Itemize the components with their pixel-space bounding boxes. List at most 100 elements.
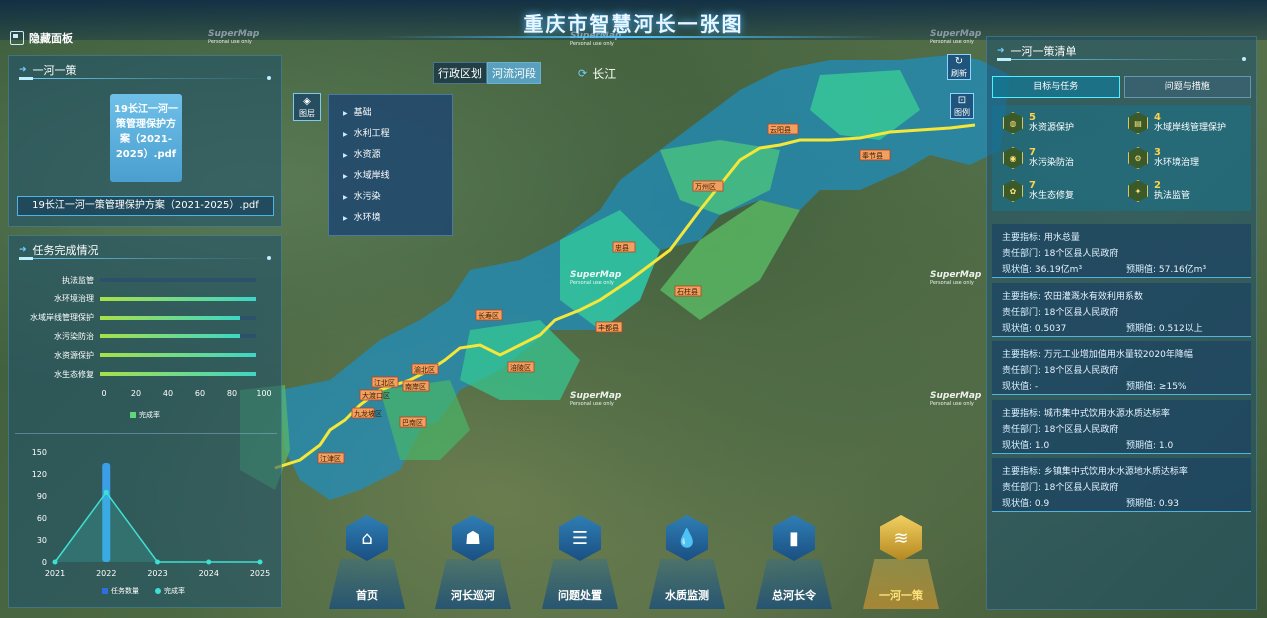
gear-icon: ⚙ xyxy=(1128,147,1148,169)
header-divider xyxy=(380,36,887,38)
layer-item[interactable]: ▶ 水域岸线 xyxy=(329,166,452,187)
goal-count: 2 xyxy=(1154,179,1161,191)
dept-value: 18个区县人民政府 xyxy=(1043,307,1119,318)
layer-item[interactable]: ▶ 水资源 xyxy=(329,145,452,166)
svg-text:江津区: 江津区 xyxy=(320,455,341,463)
task-trend-chart: 150 120 90 60 30 0 2021 2022 2023 2024 2025 xyxy=(32,448,270,578)
region-label-jiangbei: 江北区 xyxy=(371,376,399,388)
tick-label: 100 xyxy=(256,389,272,398)
layer-item[interactable]: ▶ 水利工程 xyxy=(329,124,452,145)
goal-item[interactable]: ▤ 4 水域岸线管理保护 xyxy=(1128,112,1226,134)
nav-label: 总河长令 xyxy=(772,589,816,602)
task-bar-row: 水污染防治 xyxy=(18,330,256,342)
goal-name: 水资源保护 xyxy=(1029,122,1075,133)
current-label: 现状值: xyxy=(1002,265,1033,275)
legend-icon: ⊡ xyxy=(957,95,967,106)
metric-label: 主要指标: xyxy=(1002,291,1042,302)
legend-button[interactable]: ⊡ 图例 xyxy=(950,93,974,119)
metric-indicator: 农田灌溉水有效利用系数 xyxy=(1043,291,1143,302)
completion-point xyxy=(52,559,58,565)
goal-item[interactable]: ◉ 7 水污染防治 xyxy=(1003,147,1074,169)
tab-goals-tasks[interactable]: 目标与任务 xyxy=(992,76,1120,98)
dept-value: 18个区县人民政府 xyxy=(1043,366,1119,377)
completion-point xyxy=(103,489,109,495)
metric-indicator: 城市集中式饮用水源水质达标率 xyxy=(1043,408,1170,419)
region-label-dadukou: 大渡口区 xyxy=(359,389,390,401)
metric-card[interactable]: 主要指标: 城市集中式饮用水源水质达标率 责任部门: 18个区县人民政府 现状值: … xyxy=(992,399,1251,454)
page-title: 重庆市智慧河长一张图 xyxy=(523,12,744,36)
shield-icon: ◍ xyxy=(1003,112,1023,134)
metric-card[interactable]: 主要指标: 乡镇集中式饮用水水源地水质达标率 责任部门: 18个区县人民政府 现状值… xyxy=(992,458,1251,513)
goal-item[interactable]: ◍ 5 水资源保护 xyxy=(1003,112,1074,134)
svg-text:南岸区: 南岸区 xyxy=(405,382,426,391)
region-label-jiulongpo: 九龙坡区 xyxy=(351,407,382,419)
x-tick-label: 2021 xyxy=(45,569,65,578)
expected-value: ≥15% xyxy=(1158,382,1187,393)
tab-admin-division[interactable]: 行政区划 xyxy=(433,62,487,84)
river-selector[interactable]: ⟳ 长江 xyxy=(578,65,616,82)
nav-item-issue[interactable]: ☰ 问题处置 xyxy=(542,515,618,610)
current-label: 现状值: xyxy=(1002,323,1033,334)
refresh-icon: ↻ xyxy=(954,56,964,67)
bar-track xyxy=(100,278,256,282)
tab-issues-measures[interactable]: 问题与措施 xyxy=(1123,76,1251,98)
expected-value: 0.512以上 xyxy=(1158,323,1203,334)
layer-item[interactable]: ▶ 水污染 xyxy=(329,187,452,208)
bar-label: 水污染防治 xyxy=(54,331,94,341)
nav-label: 河长巡河 xyxy=(451,589,495,602)
metric-card[interactable]: 主要指标: 用水总量 责任部门: 18个区县人民政府 现状值: 36.19亿m³ 预期… xyxy=(992,224,1251,278)
pdf-document-link[interactable]: 19长江一河一策管理保护方案（2021-2025）.pdf xyxy=(17,196,274,216)
expected-value: 1.0 xyxy=(1158,440,1174,451)
bar-fill xyxy=(100,334,241,339)
goal-count: 7 xyxy=(1029,179,1036,191)
layer-item[interactable]: ▶ 基础 xyxy=(329,103,452,124)
dept-value: 18个区县人民政府 xyxy=(1043,424,1119,435)
region-label-fengjie: 奉节县 xyxy=(859,149,891,161)
y-tick-label: 0 xyxy=(42,558,47,567)
metric-label: 主要指标: xyxy=(1002,467,1042,478)
river-name: 长江 xyxy=(592,67,617,81)
arrow-icon: ➜ xyxy=(19,245,27,255)
nav-item-order[interactable]: ▮ 总河长令 xyxy=(756,515,832,610)
y-tick-label: 90 xyxy=(37,492,47,501)
nav-item-layers[interactable]: ≋ 一河一策 xyxy=(863,515,939,610)
bar-track xyxy=(100,353,256,358)
bar-fill xyxy=(100,315,241,320)
y-tick-label: 150 xyxy=(32,448,47,457)
refresh-button[interactable]: ↻ 刷新 xyxy=(947,54,971,80)
hide-panel-button[interactable]: 隐藏面板 xyxy=(10,30,73,46)
layer-button[interactable]: ◈ 图层 xyxy=(293,93,321,121)
region-label-shizhu: 石柱县 xyxy=(674,285,702,297)
dept-label: 责任部门: xyxy=(1002,424,1042,435)
home-icon: ⌂ xyxy=(346,515,388,561)
goal-item[interactable]: ✿ 7 水生态修复 xyxy=(1003,180,1074,202)
caret-right-icon: ▶ xyxy=(343,152,348,159)
region-label-zhongxian: 忠县 xyxy=(612,241,636,253)
dept-label: 责任部门: xyxy=(1002,483,1042,494)
bar-track xyxy=(100,315,256,320)
metric-card[interactable]: 主要指标: 农田灌溉水有效利用系数 责任部门: 18个区县人民政府 现状值: 0.5… xyxy=(992,282,1251,337)
nav-item-water-drop[interactable]: 💧 水质监测 xyxy=(649,515,725,610)
layer-item[interactable]: ▶ 水环境 xyxy=(329,208,452,229)
svg-text:大渡口区: 大渡口区 xyxy=(362,391,390,400)
nav-item-home[interactable]: ⌂ 首页 xyxy=(329,515,405,610)
expected-label: 预期值: xyxy=(1126,499,1157,510)
pdf-document-icon[interactable]: 19长江一河一策管理保护方案（2021-2025）.pdf xyxy=(110,94,182,182)
task-bar-row: 水生态修复 xyxy=(18,368,256,380)
completion-point xyxy=(206,559,212,565)
legend-swatch xyxy=(102,588,108,594)
task-bar-row: 水资源保护 xyxy=(18,349,256,361)
nav-item-patrol[interactable]: ☗ 河长巡河 xyxy=(435,515,511,610)
bar-label: 水环境治理 xyxy=(54,294,94,304)
bar-label: 水资源保护 xyxy=(54,350,94,360)
current-value: - xyxy=(1034,382,1039,393)
goal-item[interactable]: ✦ 2 执法监管 xyxy=(1128,180,1190,202)
region-label-yubei: 渝北区 xyxy=(411,363,439,375)
goal-item[interactable]: ⚙ 3 水环境治理 xyxy=(1128,147,1199,169)
tab-river-section[interactable]: 河流河段 xyxy=(487,62,541,84)
metric-card[interactable]: 主要指标: 万元工业增加值用水量较2020年降幅 责任部门: 18个区县人民政府现… xyxy=(992,341,1251,396)
title-divider xyxy=(997,57,1246,61)
map-tabs: 行政区划 河流河段 xyxy=(433,62,541,84)
legend-completion: 完成率 xyxy=(155,586,185,596)
y-tick-label: 120 xyxy=(32,470,47,479)
